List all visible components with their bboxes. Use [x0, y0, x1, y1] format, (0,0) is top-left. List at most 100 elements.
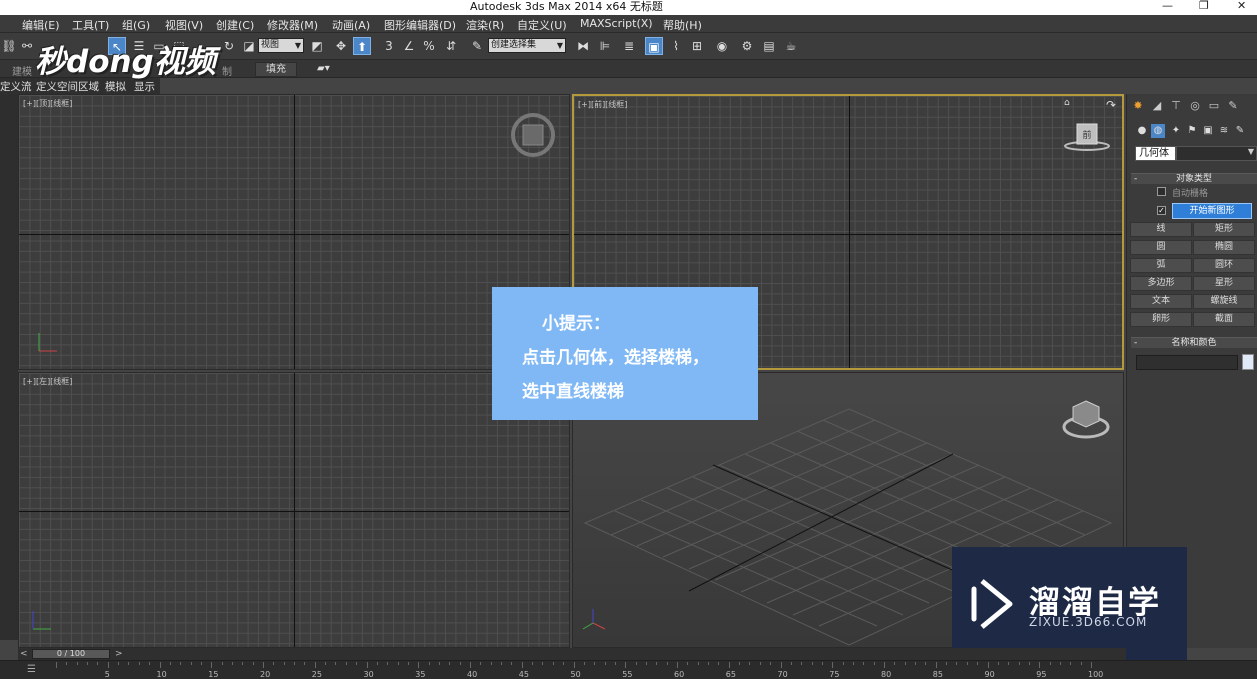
menu-views[interactable]: 视图(V) — [165, 17, 203, 33]
category-dropdown[interactable]: ▼ — [1176, 146, 1257, 161]
utilities-tab-icon[interactable]: ✎ — [1225, 98, 1241, 114]
named-selection-select[interactable]: 创建选择集 ▼ — [488, 38, 566, 53]
track-bar-icon[interactable]: ☰ — [27, 664, 36, 675]
shape-section-button[interactable]: 截面 — [1193, 312, 1255, 327]
spacewarps-icon[interactable]: ≋ — [1217, 124, 1231, 138]
menu-help[interactable]: 帮助(H) — [663, 17, 702, 33]
shape-egg-button[interactable]: 卵形 — [1130, 312, 1192, 327]
menu-maxscript[interactable]: MAXScript(X) — [580, 17, 653, 30]
autogrid-checkbox[interactable] — [1157, 187, 1166, 196]
next-frame-button[interactable]: > — [115, 649, 123, 659]
render-frame-icon[interactable]: ▤ — [760, 37, 778, 55]
rotate-icon[interactable]: ↻ — [220, 37, 238, 55]
subribbon-define-flow[interactable]: 定义流 — [0, 79, 32, 94]
systems-icon[interactable]: ✎ — [1233, 124, 1247, 138]
shape-ellipse-button[interactable]: 椭圆 — [1193, 240, 1255, 255]
shape-helix-button[interactable]: 螺旋线 — [1193, 294, 1255, 309]
shape-arc-button[interactable]: 弧 — [1130, 258, 1192, 273]
ribbon-tab-fill[interactable]: 填充 — [255, 62, 297, 77]
helpers-icon[interactable]: ▣ — [1201, 124, 1215, 138]
align-icon[interactable]: ⊫ — [596, 37, 614, 55]
shape-rectangle-button[interactable]: 矩形 — [1193, 222, 1255, 237]
shape-text-button[interactable]: 文本 — [1130, 294, 1192, 309]
shape-line-button[interactable]: 线 — [1130, 222, 1192, 237]
manipulate-icon[interactable]: ⬆ — [353, 37, 371, 55]
select-link-icon[interactable]: ⛓ — [0, 37, 18, 55]
start-new-shape-checkbox[interactable]: ✓ — [1157, 206, 1166, 215]
tick-mark — [966, 662, 968, 665]
display-tab-icon[interactable]: ▭ — [1206, 98, 1222, 114]
viewport-left[interactable]: [+][左][线框] — [18, 372, 570, 648]
menu-graph-editors[interactable]: 图形编辑器(D) — [384, 17, 456, 33]
shape-donut-button[interactable]: 圆环 — [1193, 258, 1255, 273]
hierarchy-tab-icon[interactable]: ⊤ — [1168, 98, 1184, 114]
shape-star-button[interactable]: 星形 — [1193, 276, 1255, 291]
angle-snap-icon[interactable]: ∠ — [400, 37, 418, 55]
tick-mark — [356, 662, 358, 665]
cameras-icon[interactable]: ⚑ — [1185, 124, 1199, 138]
restore-button[interactable]: ❐ — [1199, 0, 1209, 11]
shape-ngon-button[interactable]: 多边形 — [1130, 276, 1192, 291]
tick-mark — [252, 662, 254, 665]
viewport-label[interactable]: [+][左][线框] — [23, 376, 72, 387]
ribbon-toggle-icon[interactable]: ▣ — [645, 37, 663, 55]
viewcube-icon[interactable]: 前 — [1062, 116, 1112, 156]
layer-manager-icon[interactable]: ≣ — [620, 37, 638, 55]
lights-icon[interactable]: ✦ — [1169, 124, 1183, 138]
viewport-label[interactable]: [+][顶][线框] — [23, 98, 72, 109]
geometry-icon[interactable]: ● — [1135, 124, 1149, 138]
ribbon-options-icon[interactable]: ▰▾ — [317, 63, 330, 74]
prev-frame-button[interactable]: < — [20, 649, 28, 659]
menu-rendering[interactable]: 渲染(R) — [466, 17, 504, 33]
time-slider[interactable]: 0 / 100 — [32, 649, 110, 659]
menu-modifiers[interactable]: 修改器(M) — [267, 17, 318, 33]
object-color-swatch[interactable] — [1242, 354, 1254, 370]
motion-tab-icon[interactable]: ◎ — [1187, 98, 1203, 114]
subribbon-simulate[interactable]: 模拟 — [105, 79, 126, 94]
shapes-icon[interactable]: ◍ — [1151, 124, 1165, 138]
pivot-icon[interactable]: ◩ — [308, 37, 326, 55]
menu-customize[interactable]: 自定义(U) — [517, 17, 567, 33]
spinner-snap-icon[interactable]: ⇵ — [442, 37, 460, 55]
render-teapot-icon[interactable]: ☕ — [782, 37, 800, 55]
close-button[interactable]: ✕ — [1237, 0, 1246, 11]
unlink-icon[interactable]: ⚯ — [18, 37, 36, 55]
menu-edit[interactable]: 编辑(E) — [22, 17, 60, 33]
viewport-label[interactable]: [+][前][线框] — [578, 99, 627, 110]
rollout-name-color[interactable]: - 名称和颜色 — [1131, 337, 1257, 348]
home-icon[interactable]: ⌂ — [1064, 98, 1070, 108]
snap-toggle-icon[interactable]: 3 — [380, 37, 398, 55]
ribbon-tab-modeling[interactable]: 建模 — [12, 63, 32, 78]
move-icon[interactable]: ✥ — [332, 37, 350, 55]
menu-animation[interactable]: 动画(A) — [332, 17, 370, 33]
menu-group[interactable]: 组(G) — [122, 17, 150, 33]
percent-snap-icon[interactable]: % — [420, 37, 438, 55]
scale-icon[interactable]: ◪ — [240, 37, 258, 55]
shape-circle-button[interactable]: 圆 — [1130, 240, 1192, 255]
mirror-icon[interactable]: ⧓ — [574, 37, 592, 55]
subribbon-display[interactable]: 显示 — [134, 79, 155, 94]
tick-mark — [325, 662, 327, 665]
schematic-view-icon[interactable]: ⊞ — [688, 37, 706, 55]
tick-mark — [263, 662, 264, 668]
menu-create[interactable]: 创建(C) — [216, 17, 254, 33]
object-name-field[interactable] — [1136, 355, 1238, 370]
viewcube-icon[interactable] — [511, 111, 555, 159]
curve-editor-icon[interactable]: ⌇ — [667, 37, 685, 55]
material-editor-icon[interactable]: ◉ — [713, 37, 731, 55]
ribbon-tab-paint[interactable]: 制 — [222, 63, 232, 78]
modify-tab-icon[interactable]: ◢ — [1149, 98, 1165, 114]
tick-mark — [180, 662, 182, 665]
orbit-icon[interactable]: ↷ — [1106, 98, 1116, 112]
minimize-button[interactable]: — — [1162, 0, 1173, 11]
edit-named-sets-icon[interactable]: ✎ — [468, 37, 486, 55]
subribbon-define-region[interactable]: 定义空间区域 — [36, 79, 99, 94]
viewcube-icon[interactable] — [1061, 397, 1111, 442]
menu-tools[interactable]: 工具(T) — [72, 17, 109, 33]
start-new-shape-button[interactable]: 开始新图形 — [1172, 203, 1252, 219]
rollout-object-type[interactable]: - 对象类型 — [1131, 173, 1257, 184]
create-tab-icon[interactable]: ✸ — [1130, 98, 1146, 114]
render-setup-icon[interactable]: ⚙ — [738, 37, 756, 55]
viewport-top[interactable]: [+][顶][线框] — [18, 94, 570, 370]
ref-coord-select[interactable]: 视图 ▼ — [258, 38, 304, 53]
